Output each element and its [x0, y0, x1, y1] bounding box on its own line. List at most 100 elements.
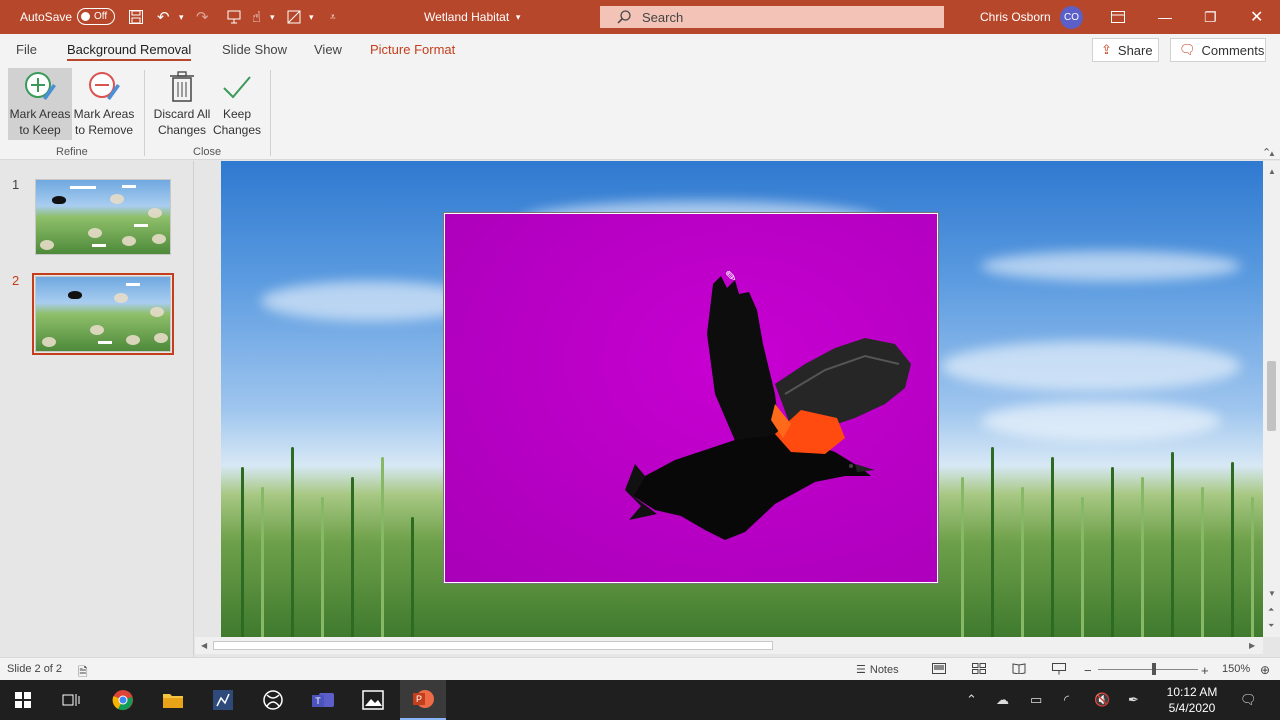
svg-text:T: T [315, 696, 321, 706]
zoom-level[interactable]: 150% [1222, 663, 1250, 675]
autosave-toggle[interactable]: Off [77, 8, 115, 25]
slide-number: 1 [12, 177, 20, 192]
windows-start-icon[interactable] [0, 680, 46, 720]
mark-remove-icon [87, 68, 121, 106]
tab-file[interactable]: File [16, 42, 37, 57]
present-icon[interactable] [226, 0, 242, 34]
wifi-icon[interactable]: ◜ [1064, 692, 1069, 708]
zoom-out-icon[interactable]: − [1084, 663, 1092, 678]
notes-button[interactable]: ☰ Notes [856, 663, 899, 677]
file-explorer-icon[interactable] [150, 680, 196, 720]
sketch-app-icon[interactable] [200, 680, 246, 720]
customize-toolbar-icon[interactable]: ⩡ [330, 0, 336, 34]
slide-sorter-icon[interactable] [972, 663, 986, 674]
search-icon [617, 10, 631, 24]
group-label-close: Close [193, 146, 222, 158]
group-label-refine: Refine [56, 146, 88, 158]
scroll-down-arrow-icon[interactable]: ▼ [1268, 589, 1276, 598]
clock[interactable]: 10:12 AM 5/4/2020 [1160, 684, 1224, 716]
tab-slide-show[interactable]: Slide Show [222, 42, 287, 57]
autosave-label: AutoSave [20, 10, 73, 24]
bird-picture[interactable]: ✎ [443, 212, 939, 584]
slide-thumbnail-pane: 1 2 [0, 161, 194, 657]
clock-date: 5/4/2020 [1168, 701, 1216, 715]
clock-time: 10:12 AM [1166, 685, 1218, 699]
mark-keep-icon [23, 68, 57, 106]
tab-picture-format[interactable]: Picture Format [370, 42, 455, 57]
restore-icon[interactable]: ❐ [1204, 0, 1217, 34]
undo-icon[interactable]: ↶ [157, 0, 170, 34]
scroll-up-icon[interactable]: ▲ [1268, 149, 1276, 158]
vertical-scroll-thumb[interactable] [1267, 361, 1276, 431]
title-dropdown-icon: ▾ [515, 11, 521, 22]
menu-tabs: File Background Removal Slide Show View … [0, 34, 1280, 64]
ribbon: Mark Areas to Keep Mark Areas to Remove … [0, 64, 1280, 160]
slide-thumbnail-1[interactable] [35, 179, 171, 255]
slide-count: Slide 2 of 2 [7, 663, 63, 675]
battery-icon[interactable]: ▭ [1030, 692, 1042, 708]
powerpoint-icon[interactable]: P [400, 680, 446, 720]
photos-icon[interactable] [350, 680, 396, 720]
scroll-right-icon[interactable]: ▶ [1249, 641, 1255, 650]
tray-chevron-icon[interactable]: ⌃ [966, 692, 977, 708]
pencil-cursor-icon: ✎ [725, 268, 737, 284]
pen-icon[interactable]: ✒ [1128, 692, 1139, 708]
notifications-icon[interactable]: 🗨 [1240, 692, 1257, 708]
horizontal-scrollbar[interactable]: ◀ ▶ [195, 637, 1263, 654]
share-button[interactable]: ⇪ Share [1092, 38, 1159, 62]
shape-icon[interactable] [286, 0, 302, 34]
slide-number-selected: 2 [12, 273, 20, 288]
search-box[interactable]: Search [600, 6, 944, 28]
onedrive-icon[interactable]: ☁ [996, 692, 1009, 708]
trash-icon [169, 68, 195, 106]
zoom-in-icon[interactable]: + [1201, 663, 1209, 678]
tab-view[interactable]: View [314, 42, 342, 57]
horizontal-scroll-thumb[interactable] [213, 641, 773, 650]
status-bar: Slide 2 of 2 🗎 ☰ Notes − + 150% ⊕ [0, 657, 1280, 680]
previous-slide-icon[interactable]: ⏶ [1268, 605, 1274, 615]
teams-icon[interactable]: T [300, 680, 346, 720]
notes-icon: ☰ [856, 664, 866, 676]
reading-view-icon[interactable] [1012, 663, 1026, 674]
user-name[interactable]: Chris Osborn [980, 0, 1051, 34]
next-slide-icon[interactable]: ⏷ [1268, 621, 1274, 631]
touch-mode-icon[interactable]: ☝ [252, 0, 261, 34]
mark-areas-to-keep-button[interactable]: Mark Areas to Keep [8, 68, 72, 140]
undo-dropdown-icon[interactable]: ▾ [179, 0, 184, 34]
close-icon[interactable]: ✕ [1250, 0, 1263, 34]
mark-areas-to-remove-button[interactable]: Mark Areas to Remove [72, 68, 136, 140]
zoom-slider[interactable] [1098, 669, 1198, 670]
slide: ✎ [221, 161, 1263, 637]
share-icon: ⇪ [1101, 42, 1112, 57]
touch-dropdown-icon[interactable]: ▾ [270, 0, 275, 34]
xbox-icon[interactable] [250, 680, 296, 720]
save-icon[interactable] [128, 0, 144, 34]
avatar[interactable]: CO [1060, 6, 1083, 29]
zoom-slider-knob[interactable] [1152, 663, 1156, 675]
autosave-state: Off [94, 11, 108, 22]
scroll-left-icon[interactable]: ◀ [201, 641, 207, 650]
fit-to-window-icon[interactable]: ⊕ [1260, 663, 1270, 677]
task-view-icon[interactable] [48, 680, 94, 720]
comments-button[interactable]: 🗨 Comments [1170, 38, 1266, 62]
normal-view-icon[interactable] [932, 663, 946, 674]
comments-label: Comments [1201, 42, 1265, 58]
chrome-icon[interactable] [100, 680, 146, 720]
scroll-up-arrow-icon[interactable]: ▲ [1268, 167, 1276, 176]
search-placeholder: Search [642, 9, 684, 25]
minimize-icon[interactable]: — [1158, 0, 1172, 34]
slide-thumbnail-2[interactable] [32, 273, 174, 355]
vertical-scrollbar[interactable]: ▲ ▲ ▼ ⏶ ⏷ [1263, 149, 1280, 637]
document-title[interactable]: Wetland Habitat ▾ [424, 0, 520, 34]
tab-background-removal[interactable]: Background Removal [67, 42, 192, 61]
shape-dropdown-icon[interactable]: ▾ [309, 0, 314, 34]
redo-icon[interactable]: ↷ [196, 0, 209, 34]
slide-show-icon[interactable] [1052, 663, 1066, 675]
slide-canvas[interactable]: ✎ [195, 161, 1263, 637]
keep-changes-button[interactable]: Keep Changes [212, 68, 262, 140]
ribbon-display-icon[interactable] [1111, 0, 1125, 34]
discard-all-changes-button[interactable]: Discard All Changes [150, 68, 214, 140]
group-separator [270, 70, 271, 156]
volume-muted-icon[interactable]: 🔇 [1094, 692, 1110, 708]
taskbar: T P ⌃ ☁ ▭ ◜ 🔇 ✒ 10:12 AM 5/4/2020 🗨 [0, 680, 1280, 720]
